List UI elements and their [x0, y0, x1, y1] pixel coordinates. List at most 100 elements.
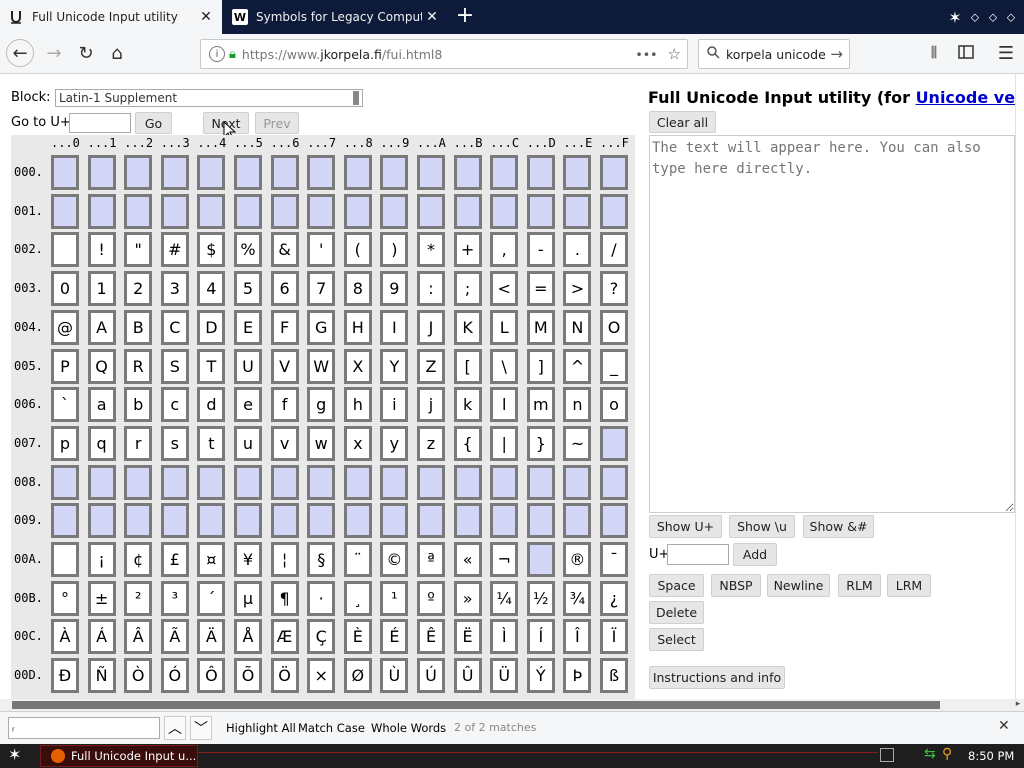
char-cell[interactable]: Ì [490, 619, 519, 655]
char-cell[interactable] [380, 464, 409, 500]
char-cell[interactable] [160, 193, 189, 229]
add-button[interactable]: Add [733, 543, 777, 566]
start-button-icon[interactable]: ✶ [8, 745, 21, 764]
char-cell[interactable]: k [453, 387, 482, 423]
char-cell[interactable]: Ò [124, 658, 153, 694]
char-cell[interactable] [343, 464, 372, 500]
char-cell[interactable]: K [453, 309, 482, 345]
search-go-icon[interactable]: → [830, 45, 843, 63]
char-cell[interactable]: ³ [160, 580, 189, 616]
tray-keyboard-icon[interactable] [880, 748, 894, 762]
char-cell[interactable] [600, 503, 628, 539]
char-cell[interactable]: ` [51, 387, 79, 423]
uplus-input[interactable] [667, 544, 729, 565]
char-cell[interactable]: ? [600, 271, 628, 307]
char-cell[interactable] [380, 155, 409, 190]
char-cell[interactable]: m [526, 387, 555, 423]
char-cell[interactable]: U [234, 348, 262, 384]
char-cell[interactable]: Õ [234, 658, 262, 694]
clear-all-button[interactable]: Clear all [649, 111, 716, 133]
char-cell[interactable]: G [307, 309, 336, 345]
char-cell[interactable]: ± [87, 580, 116, 616]
char-cell[interactable]: Đ [51, 658, 79, 694]
char-cell[interactable]: O [600, 309, 628, 345]
char-cell[interactable] [234, 155, 262, 190]
vertical-scrollbar[interactable] [1015, 74, 1024, 699]
char-cell[interactable]: ° [51, 580, 79, 616]
tray-search-icon[interactable]: ⚲ [942, 746, 952, 762]
char-cell[interactable]: # [160, 232, 189, 268]
find-input[interactable] [8, 717, 160, 739]
char-cell[interactable]: 3 [160, 271, 189, 307]
show-backslash-u-button[interactable]: Show \u [729, 515, 795, 538]
char-cell[interactable] [197, 193, 226, 229]
char-cell[interactable]: Q [87, 348, 116, 384]
char-cell[interactable] [380, 503, 409, 539]
char-cell[interactable] [600, 155, 628, 190]
char-cell[interactable]: S [160, 348, 189, 384]
restore-icon[interactable]: ⬦ [984, 10, 1002, 25]
char-cell[interactable]: l [490, 387, 519, 423]
char-cell[interactable]: 1 [87, 271, 116, 307]
char-cell[interactable] [417, 155, 445, 190]
prev-button[interactable]: Prev [255, 112, 299, 134]
char-cell[interactable] [490, 464, 519, 500]
char-cell[interactable]: A [87, 309, 116, 345]
dropdown-handle[interactable] [353, 91, 359, 105]
char-cell[interactable] [526, 193, 555, 229]
char-cell[interactable]: - [526, 232, 555, 268]
char-cell[interactable]: ; [453, 271, 482, 307]
char-cell[interactable]: ¨ [343, 542, 372, 577]
char-cell[interactable] [563, 503, 592, 539]
char-cell[interactable] [453, 193, 482, 229]
char-cell[interactable] [526, 542, 555, 577]
char-cell[interactable]: Ñ [87, 658, 116, 694]
close-tab-icon[interactable]: ✕ [422, 9, 442, 25]
minimize-icon[interactable]: ⬦ [966, 10, 984, 25]
char-cell[interactable]: F [270, 309, 299, 345]
char-cell[interactable]: o [600, 387, 628, 423]
char-cell[interactable]: Î [563, 619, 592, 655]
char-cell[interactable]: À [51, 619, 79, 655]
delete-button[interactable]: Delete [649, 601, 704, 624]
char-cell[interactable]: % [234, 232, 262, 268]
tray-network-icon[interactable]: ⇆ [924, 746, 936, 762]
goto-input[interactable] [69, 113, 131, 133]
char-cell[interactable] [453, 503, 482, 539]
char-cell[interactable]: = [526, 271, 555, 307]
char-cell[interactable]: Ç [307, 619, 336, 655]
char-cell[interactable]: 2 [124, 271, 153, 307]
char-cell[interactable]: ¯ [600, 542, 628, 577]
unicode-version-link[interactable]: Unicode version [916, 88, 1024, 107]
char-cell[interactable] [343, 155, 372, 190]
menu-button[interactable]: ☰ [992, 39, 1020, 67]
char-cell[interactable]: ] [526, 348, 555, 384]
char-cell[interactable]: d [197, 387, 226, 423]
char-cell[interactable]: Þ [563, 658, 592, 694]
char-cell[interactable]: ¼ [490, 580, 519, 616]
char-cell[interactable] [343, 193, 372, 229]
scrollbar-thumb[interactable] [12, 701, 940, 709]
char-cell[interactable]: ¢ [124, 542, 153, 577]
char-cell[interactable] [87, 464, 116, 500]
char-cell[interactable]: @ [51, 309, 79, 345]
char-cell[interactable] [307, 155, 336, 190]
char-cell[interactable]: 8 [343, 271, 372, 307]
char-cell[interactable]: ² [124, 580, 153, 616]
char-cell[interactable]: $ [197, 232, 226, 268]
char-cell[interactable] [51, 155, 79, 190]
tab-symbols-legacy[interactable]: W Symbols for Legacy Computing - W ✕ [224, 0, 448, 34]
nbsp-button[interactable]: NBSP [711, 574, 761, 597]
char-cell[interactable]: + [453, 232, 482, 268]
char-cell[interactable] [124, 503, 153, 539]
char-cell[interactable] [270, 155, 299, 190]
char-cell[interactable]: [ [453, 348, 482, 384]
char-cell[interactable] [124, 193, 153, 229]
char-cell[interactable] [197, 464, 226, 500]
taskbar-window-button[interactable]: Full Unicode Input u... [40, 745, 198, 767]
char-cell[interactable]: " [124, 232, 153, 268]
char-cell[interactable]: ¦ [270, 542, 299, 577]
char-cell[interactable]: º [417, 580, 445, 616]
char-cell[interactable]: Y [380, 348, 409, 384]
new-tab-button[interactable]: + [452, 4, 478, 30]
